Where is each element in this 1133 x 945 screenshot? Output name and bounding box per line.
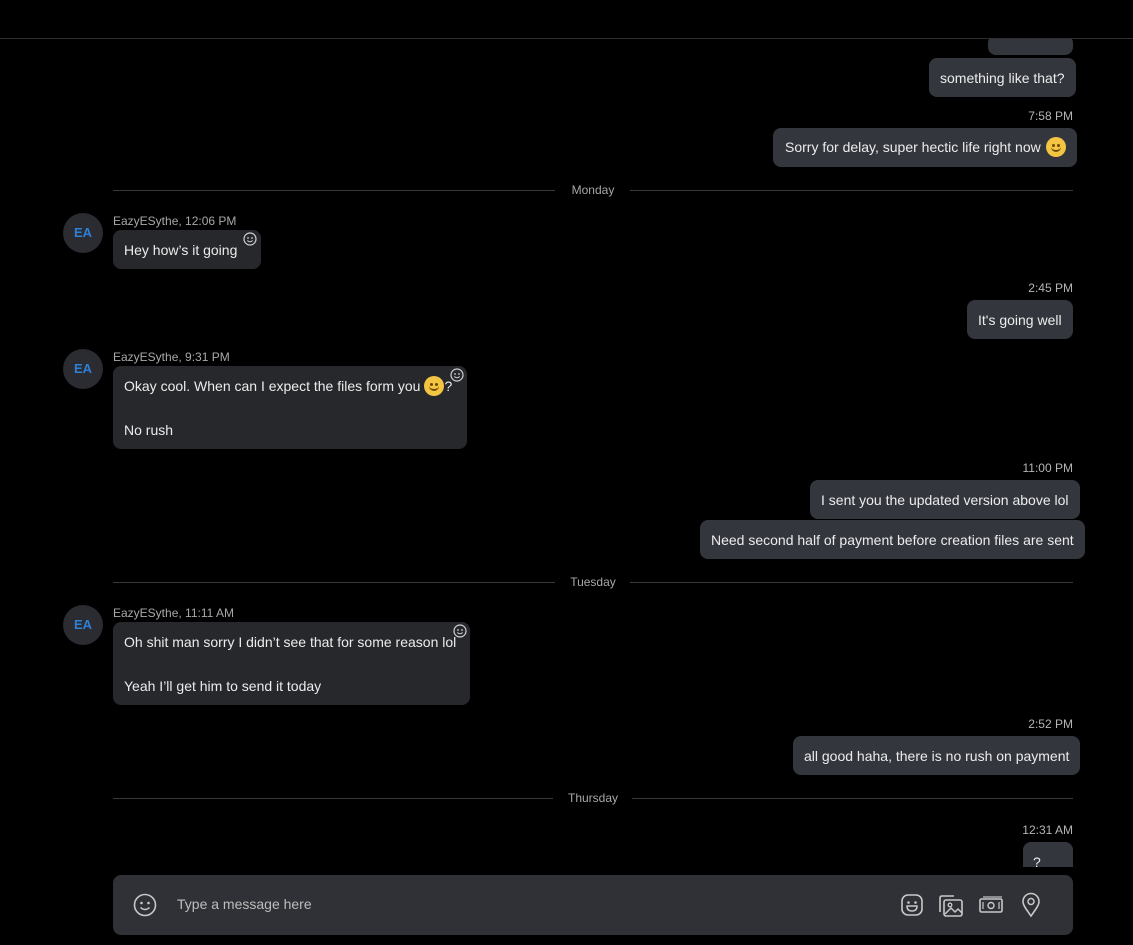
add-reaction-icon[interactable] [453, 624, 467, 638]
top-bar [0, 0, 1133, 39]
day-divider: Monday [113, 183, 1073, 197]
avatar[interactable]: EA [63, 213, 103, 253]
message-text: ? [1033, 854, 1041, 867]
incoming-message[interactable]: Okay cool. When can I expect the files f… [113, 366, 467, 449]
message-text: all good haha, there is no rush on payme… [804, 748, 1070, 764]
outgoing-message[interactable]: ? [1023, 842, 1073, 867]
message-text: Oh shit man sorry I didn’t see that for … [124, 634, 457, 650]
avatar[interactable]: EA [63, 605, 103, 645]
message-text: I sent you the updated version above lol [821, 492, 1069, 508]
outgoing-message[interactable]: I sent you the updated version above lol [810, 480, 1080, 519]
outgoing-message[interactable]: Need second half of payment before creat… [700, 520, 1085, 559]
message-timestamp: 11:00 PM [1022, 461, 1073, 475]
chat-area[interactable]: something like that? 7:58 PM Sorry for d… [0, 39, 1133, 867]
location-icon[interactable] [1020, 892, 1042, 918]
message-timestamp: 2:52 PM [1028, 717, 1073, 731]
message-text: It's going well [978, 312, 1062, 328]
money-icon[interactable] [978, 893, 1004, 917]
outgoing-message[interactable]: all good haha, there is no rush on payme… [793, 736, 1081, 775]
outgoing-message[interactable]: something like that? [929, 58, 1076, 97]
outgoing-message[interactable]: It's going well [967, 300, 1073, 339]
sender-meta: EazyESythe, 12:06 PM [113, 214, 237, 228]
incoming-message[interactable]: Hey how’s it going [113, 230, 262, 269]
message-text: Okay cool. When can I expect the files f… [124, 378, 421, 394]
message-text: Need second half of payment before creat… [711, 532, 1074, 548]
outgoing-message[interactable]: Sorry for delay, super hectic life right… [773, 128, 1077, 167]
message-input[interactable]: Type a message here [177, 896, 312, 912]
smiling-emoji-icon [424, 376, 445, 397]
media-icon[interactable] [938, 893, 964, 919]
day-divider: Tuesday [113, 575, 1073, 589]
previous-message-partial[interactable] [988, 39, 1073, 55]
message-text: Yeah I’ll get him to send it today [124, 678, 322, 694]
message-timestamp: 12:31 AM [1022, 823, 1073, 837]
message-timestamp: 2:45 PM [1028, 281, 1073, 295]
add-reaction-icon[interactable] [243, 232, 257, 246]
add-reaction-icon[interactable] [450, 368, 464, 382]
message-text: Sorry for delay, super hectic life right… [785, 139, 1041, 155]
emoji-icon[interactable] [133, 893, 157, 917]
sticker-icon[interactable] [900, 893, 924, 917]
smiling-emoji-icon [1045, 137, 1066, 158]
message-composer[interactable]: Type a message here [113, 875, 1073, 935]
incoming-message[interactable]: Oh shit man sorry I didn’t see that for … [113, 622, 470, 705]
avatar[interactable]: EA [63, 349, 103, 389]
sender-meta: EazyESythe, 11:11 AM [113, 606, 234, 620]
message-text: Hey how’s it going [124, 242, 238, 258]
message-text: No rush [124, 422, 174, 439]
sender-meta: EazyESythe, 9:31 PM [113, 350, 230, 364]
message-timestamp: 7:58 PM [1028, 109, 1073, 123]
day-divider: Thursday [113, 791, 1073, 805]
message-text: something like that? [940, 70, 1065, 86]
